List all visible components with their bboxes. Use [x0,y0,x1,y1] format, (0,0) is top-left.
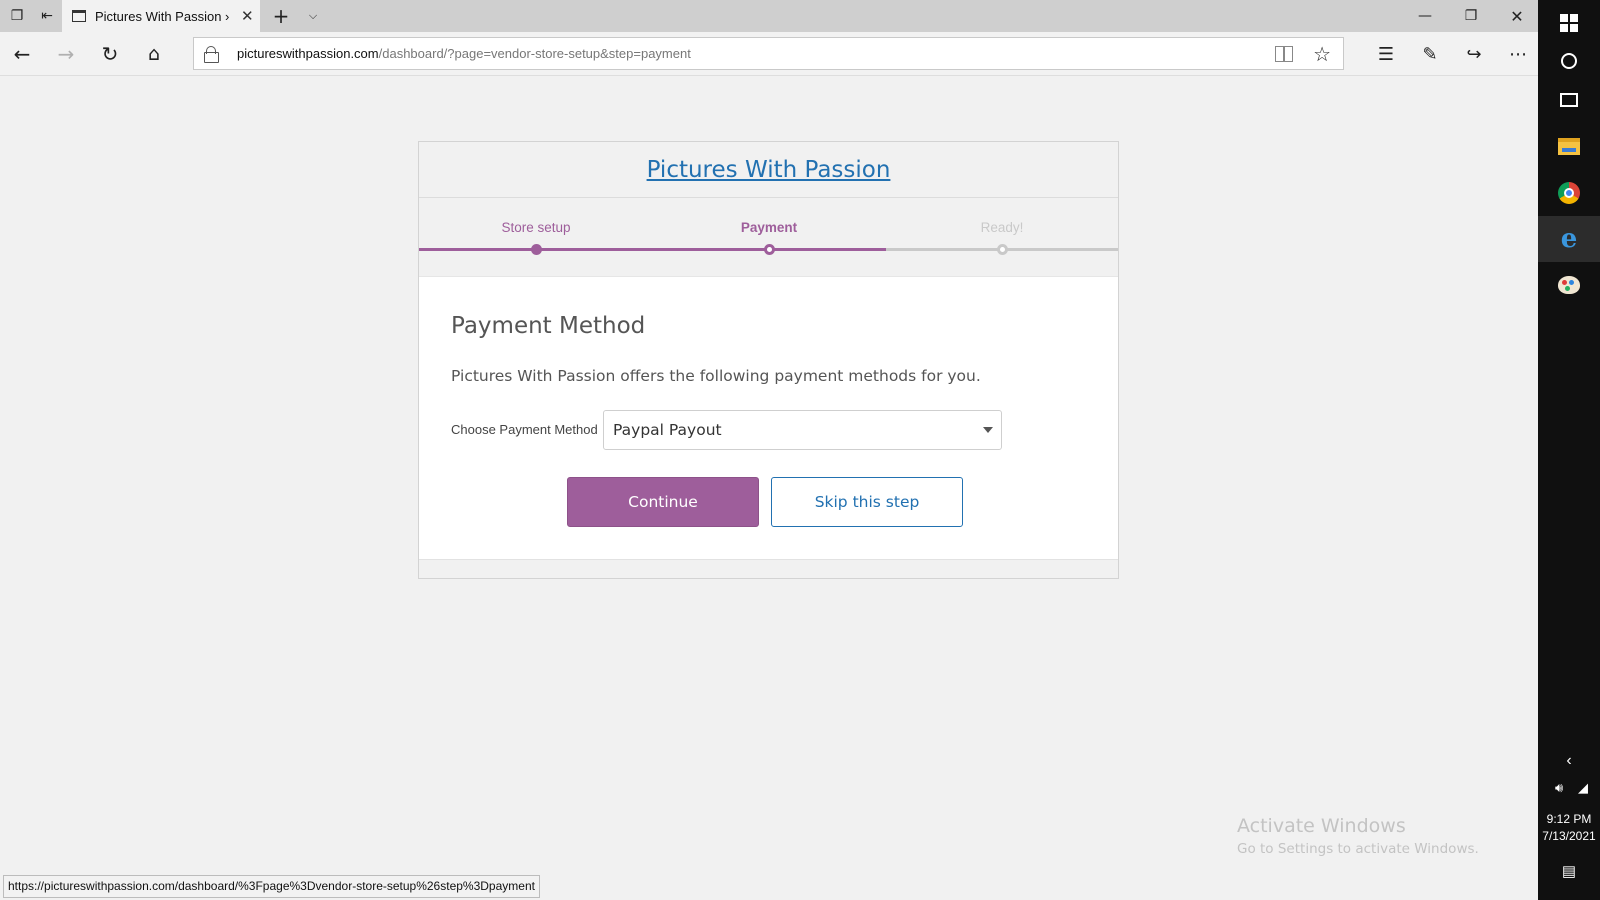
share-icon[interactable]: ↪ [1452,32,1496,76]
more-icon[interactable]: ⋯ [1496,32,1540,76]
file-explorer-icon[interactable] [1538,123,1600,169]
step-dot-payment [764,244,775,255]
chrome-icon[interactable] [1538,170,1600,216]
activate-windows-subtitle: Go to Settings to activate Windows. [1237,841,1479,857]
payment-heading: Payment Method [451,313,646,339]
edge-icon[interactable]: e [1538,216,1600,262]
step-label-store-setup: Store setup [501,220,571,235]
continue-button[interactable]: Continue [567,477,759,527]
page-icon [72,10,86,22]
close-tab-icon[interactable]: ✕ [241,7,254,25]
wizard-steps: Store setup Payment Ready! [419,198,1118,276]
home-icon[interactable]: ⌂ [132,32,176,76]
payment-method-label: Choose Payment Method [451,422,598,437]
site-title-link[interactable]: Pictures With Passion [647,157,891,183]
show-hidden-icons-chevron-icon[interactable]: ‹ [1538,752,1600,770]
favorites-icon[interactable]: ☰ [1364,32,1408,76]
activate-windows-watermark: Activate Windows Go to Settings to activ… [1237,815,1479,857]
restore-icon[interactable]: ❐ [1448,0,1494,32]
taskbar: e ‹ 🔊︎ ◢ 9:12 PM 7/13/2021 ▤ [1538,0,1600,900]
close-window-icon[interactable]: ✕ [1494,0,1540,32]
tab-list-icon[interactable]: ❐ [2,0,32,32]
status-bar-url: https://pictureswithpassion.com/dashboar… [3,875,540,898]
step-label-ready: Ready! [980,220,1024,235]
reading-view-icon[interactable] [1275,46,1293,62]
lock-icon [204,45,219,63]
set-aside-tabs-icon[interactable]: ⇤ [32,0,62,32]
address-bar[interactable]: pictureswithpassion.com /dashboard/?page… [193,37,1344,70]
favorite-star-icon[interactable]: ☆ [1313,42,1331,67]
step-dot-ready [997,244,1008,255]
payment-method-select[interactable]: Paypal Payout [603,410,1002,450]
tab-title: Pictures With Passion › S [95,8,233,24]
minimize-icon[interactable]: — [1402,0,1448,32]
forward-icon[interactable]: → [44,32,88,76]
url-host: pictureswithpassion.com [237,46,379,61]
navigation-bar: ← → ↻ ⌂ pictureswithpassion.com /dashboa… [0,32,1538,76]
paint-icon[interactable] [1538,262,1600,308]
activate-windows-title: Activate Windows [1237,815,1406,837]
clock-date[interactable]: 7/13/2021 [1538,829,1600,843]
tab-preview-chevron-icon[interactable]: ⌵ [298,0,328,32]
browser-tab[interactable]: Pictures With Passion › S ✕ [62,0,260,32]
card-header: Pictures With Passion [419,142,1118,198]
action-center-icon[interactable]: ▤ [1538,862,1600,880]
back-icon[interactable]: ← [0,32,44,76]
refresh-icon[interactable]: ↻ [88,32,132,76]
step-label-payment: Payment [740,220,798,235]
tab-bar: ❐ ⇤ Pictures With Passion › S ✕ + ⌵ — ❐ … [0,0,1538,32]
payment-panel: Payment Method Pictures With Passion off… [419,276,1118,560]
progress-track-complete [419,248,886,251]
dropdown-caret-icon [983,427,993,433]
task-view-icon[interactable] [1538,77,1600,123]
selected-payment-method: Paypal Payout [613,421,722,439]
skip-step-button[interactable]: Skip this step [771,477,963,527]
network-icon[interactable]: ◢ [1538,780,1600,796]
payment-description: Pictures With Passion offers the followi… [451,367,981,385]
new-tab-icon[interactable]: + [266,0,296,32]
setup-wizard-card: Pictures With Passion Store setup Paymen… [418,141,1119,579]
notes-icon[interactable]: ✎ [1408,32,1452,76]
url-path: /dashboard/?page=vendor-store-setup&step… [378,46,691,61]
clock-time[interactable]: 9:12 PM [1538,812,1600,826]
step-dot-store-setup [531,244,542,255]
